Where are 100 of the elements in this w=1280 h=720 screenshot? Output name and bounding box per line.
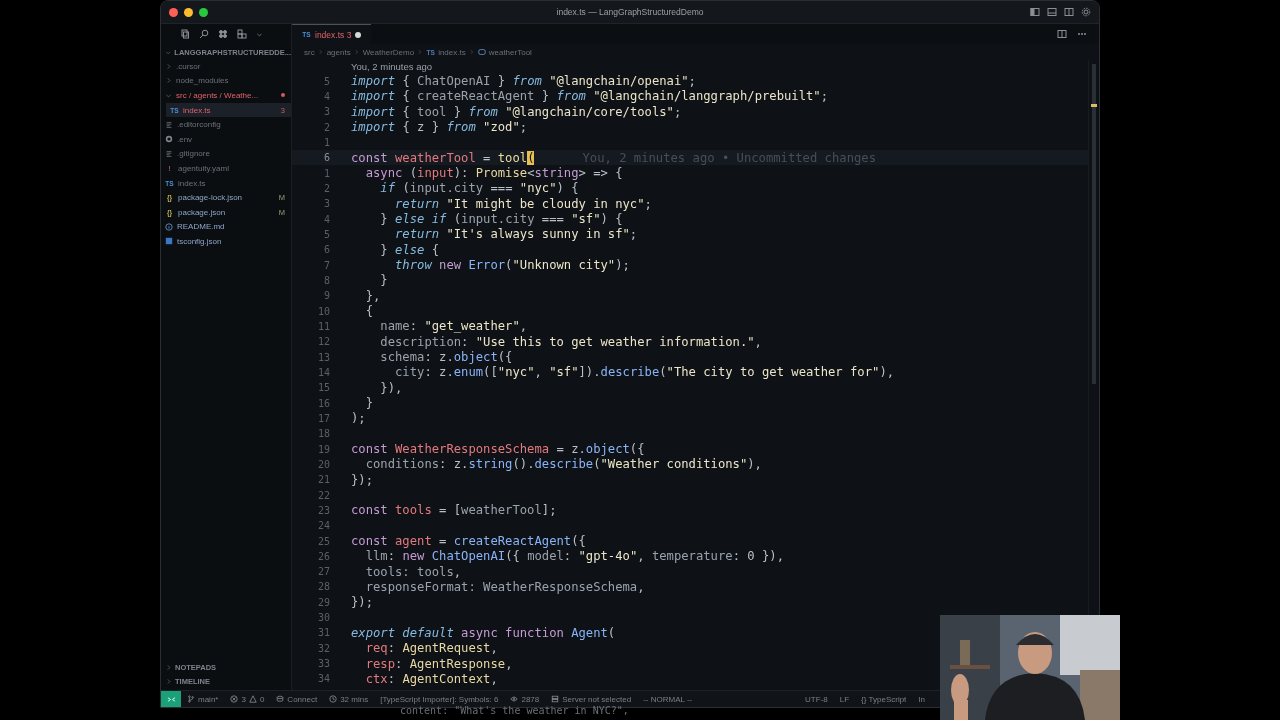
settings-icon <box>1081 7 1091 17</box>
line-number: 34 <box>316 673 330 685</box>
folder-item[interactable]: src / agents / Weathe... <box>161 88 291 103</box>
code-line: tools: tools, <box>364 564 462 579</box>
branch-status[interactable]: main* <box>181 694 225 704</box>
file-item[interactable]: README.md <box>161 219 291 235</box>
line-number: 29 <box>316 596 330 608</box>
grid-icon <box>237 29 247 39</box>
line-number: 17 <box>316 412 330 424</box>
code-line: const weatherTool = tool( <box>351 150 535 165</box>
breadcrumb-item[interactable]: WeatherDemo <box>362 47 415 57</box>
status-item[interactable]: [TypeScript Importer]: Symbols: 6 <box>374 694 505 704</box>
line-number: 32 <box>316 642 330 654</box>
breadcrumb-item[interactable]: agents <box>326 47 351 57</box>
status-item[interactable]: 2878 <box>504 694 546 704</box>
problems-status[interactable]: 3 0 <box>224 694 271 704</box>
chevron-right-icon <box>353 49 360 55</box>
code-line: } <box>379 273 388 288</box>
line-number: 23 <box>316 504 330 516</box>
line-number: 26 <box>316 550 330 562</box>
config-file-icon <box>165 237 173 246</box>
line-number: 5 <box>322 228 330 240</box>
line-number: 33 <box>316 658 330 670</box>
breadcrumb-item[interactable]: index.ts <box>438 47 466 57</box>
status-item[interactable]: In <box>912 694 931 704</box>
scrollbar-thumb[interactable] <box>1092 64 1096 384</box>
server-icon <box>551 695 560 703</box>
chevron-right-icon <box>417 49 424 55</box>
line-number: 18 <box>316 428 330 440</box>
line-number: 24 <box>316 520 330 532</box>
code-line: return "It might be cloudy in nyc"; <box>394 196 652 211</box>
folder-item[interactable]: node_modules <box>161 73 291 89</box>
code-line: async (input): Promise<string> => { <box>364 166 623 181</box>
database-icon <box>276 695 285 703</box>
line-number: 2 <box>322 121 330 133</box>
codelens-text[interactable]: You, 2 minutes ago <box>292 60 1088 74</box>
code-line: import { createReactAgent } from "@langchain/langgraph/prebuilt"; <box>351 89 828 104</box>
code-line: }); <box>351 595 373 610</box>
lines-icon <box>165 120 173 129</box>
code-line: ctx: AgentContext, <box>364 671 498 686</box>
line-number: 3 <box>322 106 330 118</box>
chevron-right-icon <box>468 49 475 55</box>
minimize-button[interactable] <box>184 7 193 17</box>
line-number: 12 <box>316 336 330 348</box>
breadcrumb-item[interactable]: src <box>304 47 315 57</box>
close-button[interactable] <box>169 7 178 17</box>
file-item[interactable]: tsconfig.json <box>161 234 291 249</box>
split-editor-icon <box>1057 29 1067 39</box>
eye-icon <box>510 695 519 703</box>
code-line: return "It's always sunny in sf"; <box>394 227 638 242</box>
remote-icon <box>166 694 176 704</box>
maximize-button[interactable] <box>199 7 208 17</box>
warning-icon <box>248 695 257 703</box>
line-number: 14 <box>316 366 330 378</box>
chevron-right-icon <box>317 49 324 55</box>
code-line: }), <box>379 380 403 395</box>
line-number: 27 <box>316 566 330 578</box>
lines-icon <box>165 149 173 158</box>
status-item[interactable]: -- NORMAL -- <box>637 694 699 704</box>
error-icon <box>230 695 239 703</box>
file-item[interactable]: .gitignore <box>161 146 291 162</box>
file-item[interactable]: .editorconfig <box>161 117 291 132</box>
scrollbar-marker <box>1091 104 1097 107</box>
line-number: 8 <box>322 274 330 286</box>
code-line: import { z } from "zod"; <box>351 120 528 135</box>
line-number: 22 <box>316 489 330 501</box>
sidebar-toggle-icon <box>1030 7 1040 17</box>
line-number: 3 <box>322 198 330 210</box>
line-number: 2 <box>322 182 330 194</box>
breadcrumb-item[interactable]: weatherTool <box>488 47 532 57</box>
code-line: } else { <box>379 242 440 257</box>
folder-item[interactable]: .cursor <box>161 59 291 74</box>
status-item[interactable]: Server not selected <box>545 694 638 704</box>
chevron-down-icon <box>165 92 172 99</box>
status-item[interactable]: LF <box>833 694 856 704</box>
code-line: throw new Error("Unknown city"); <box>394 258 630 273</box>
status-item[interactable]: {} TypeScript <box>855 694 913 704</box>
code-line: conditions: z.string().describe("Weather conditions"), <box>364 457 762 472</box>
code-line: content: "What's the weather in NYC?", <box>400 705 629 716</box>
line-number: 5 <box>322 75 330 87</box>
line-number: 1 <box>322 167 330 179</box>
branch-icon <box>187 695 195 703</box>
code-line: llm: new ChatOpenAI({ model: "gpt-4o", temperature: 0 }), <box>364 549 784 564</box>
code-line: }); <box>351 472 373 487</box>
status-item[interactable]: Connect <box>270 694 324 704</box>
code-line: if (input.city === "nyc") { <box>379 181 579 196</box>
code-line: } <box>364 396 374 411</box>
code-line: }, <box>364 288 381 303</box>
code-line: const WeatherResponseSchema = z.object({ <box>351 442 645 457</box>
line-number: 1 <box>322 136 330 148</box>
chevron-down-icon <box>165 49 172 56</box>
code-line: import { ChatOpenAI } from "@langchain/openai"; <box>351 74 696 89</box>
file-item[interactable]: .env <box>161 131 291 147</box>
line-number: 16 <box>316 397 330 409</box>
status-item[interactable]: 32 mins <box>323 694 375 704</box>
code-line: const agent = createReactAgent({ <box>351 534 586 548</box>
status-item[interactable]: UTF-8 <box>799 694 834 704</box>
line-number: 6 <box>322 244 330 256</box>
line-number: 7 <box>322 259 330 271</box>
line-number: 28 <box>316 581 330 593</box>
